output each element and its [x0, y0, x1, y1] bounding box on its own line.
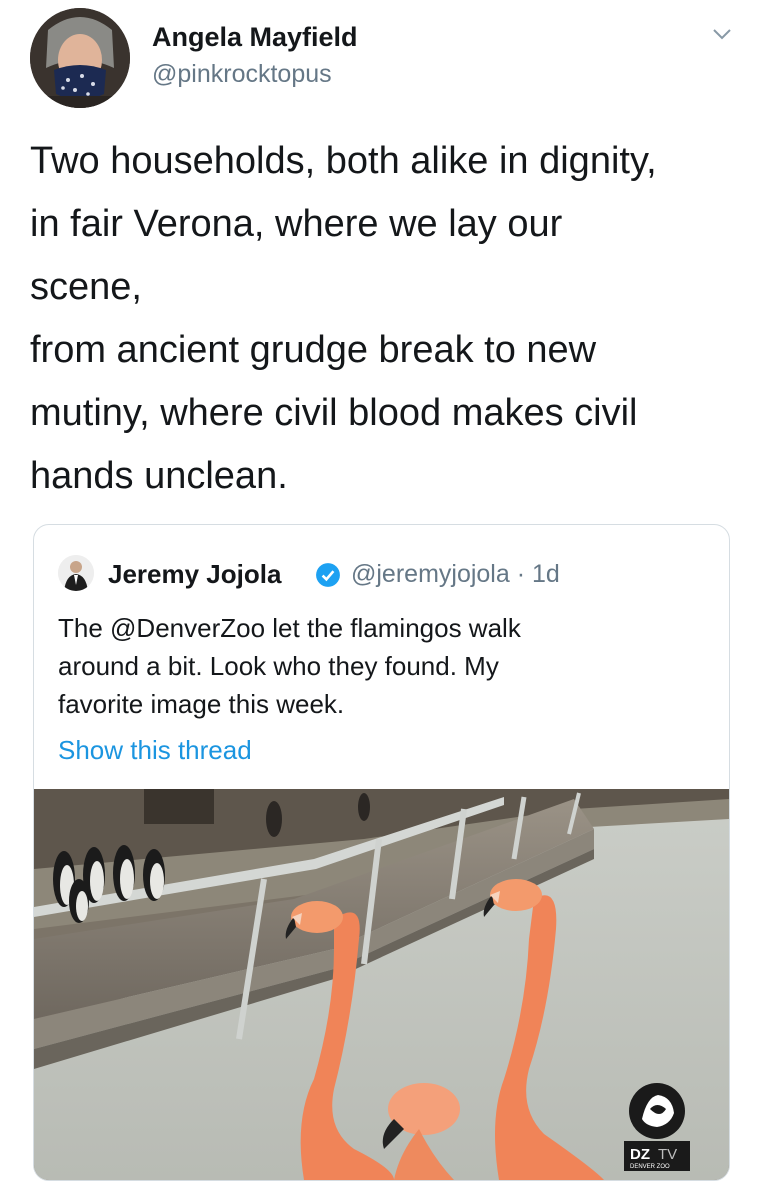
tweet-text-line: hands unclean.: [30, 455, 288, 497]
quoted-text-line: around a bit. Look who they found. My: [58, 651, 499, 681]
tweet-text-line: mutiny, where civil blood makes civil: [30, 392, 638, 434]
watermark-subtitle: DENVER ZOO: [630, 1164, 670, 1170]
author-avatar[interactable]: [30, 8, 130, 108]
tweet-text-line: from ancient grudge break to new: [30, 329, 597, 371]
tweet-text-line: scene,: [30, 266, 142, 308]
quoted-tweet-text: The @DenverZoo let the flamingos walk ar…: [58, 609, 708, 723]
watermark-brand: DZ: [630, 1146, 650, 1163]
dztv-watermark-logo: DZ TV DENVER ZOO: [622, 1079, 692, 1174]
quoted-author-name[interactable]: Jeremy Jojola: [108, 559, 281, 590]
quoted-tweet-card[interactable]: Jeremy Jojola @jeremyjojola · 1d The @De…: [33, 524, 730, 1181]
show-thread-link[interactable]: Show this thread: [58, 735, 252, 766]
author-name[interactable]: Angela Mayfield: [152, 22, 358, 53]
quoted-author-avatar[interactable]: [58, 555, 94, 591]
quoted-handle-time[interactable]: @jeremyjojola · 1d: [351, 560, 560, 589]
tweet-header: Angela Mayfield @pinkrocktopus: [30, 8, 740, 108]
author-handle[interactable]: @pinkrocktopus: [152, 60, 332, 89]
chevron-down-icon[interactable]: [710, 22, 734, 46]
verified-badge-icon: [315, 562, 341, 588]
tweet-text-line: in fair Verona, where we lay our: [30, 203, 563, 245]
tweet-text: Two households, both alike in dignity, i…: [30, 130, 730, 508]
flamingo-penguin-photo[interactable]: DZ TV DENVER ZOO: [34, 789, 729, 1180]
tweet-text-line: Two households, both alike in dignity,: [30, 140, 657, 182]
quoted-text-line: favorite image this week.: [58, 689, 345, 719]
quoted-text-line: The @DenverZoo let the flamingos walk: [58, 613, 521, 643]
watermark-brand-suffix: TV: [658, 1146, 677, 1163]
